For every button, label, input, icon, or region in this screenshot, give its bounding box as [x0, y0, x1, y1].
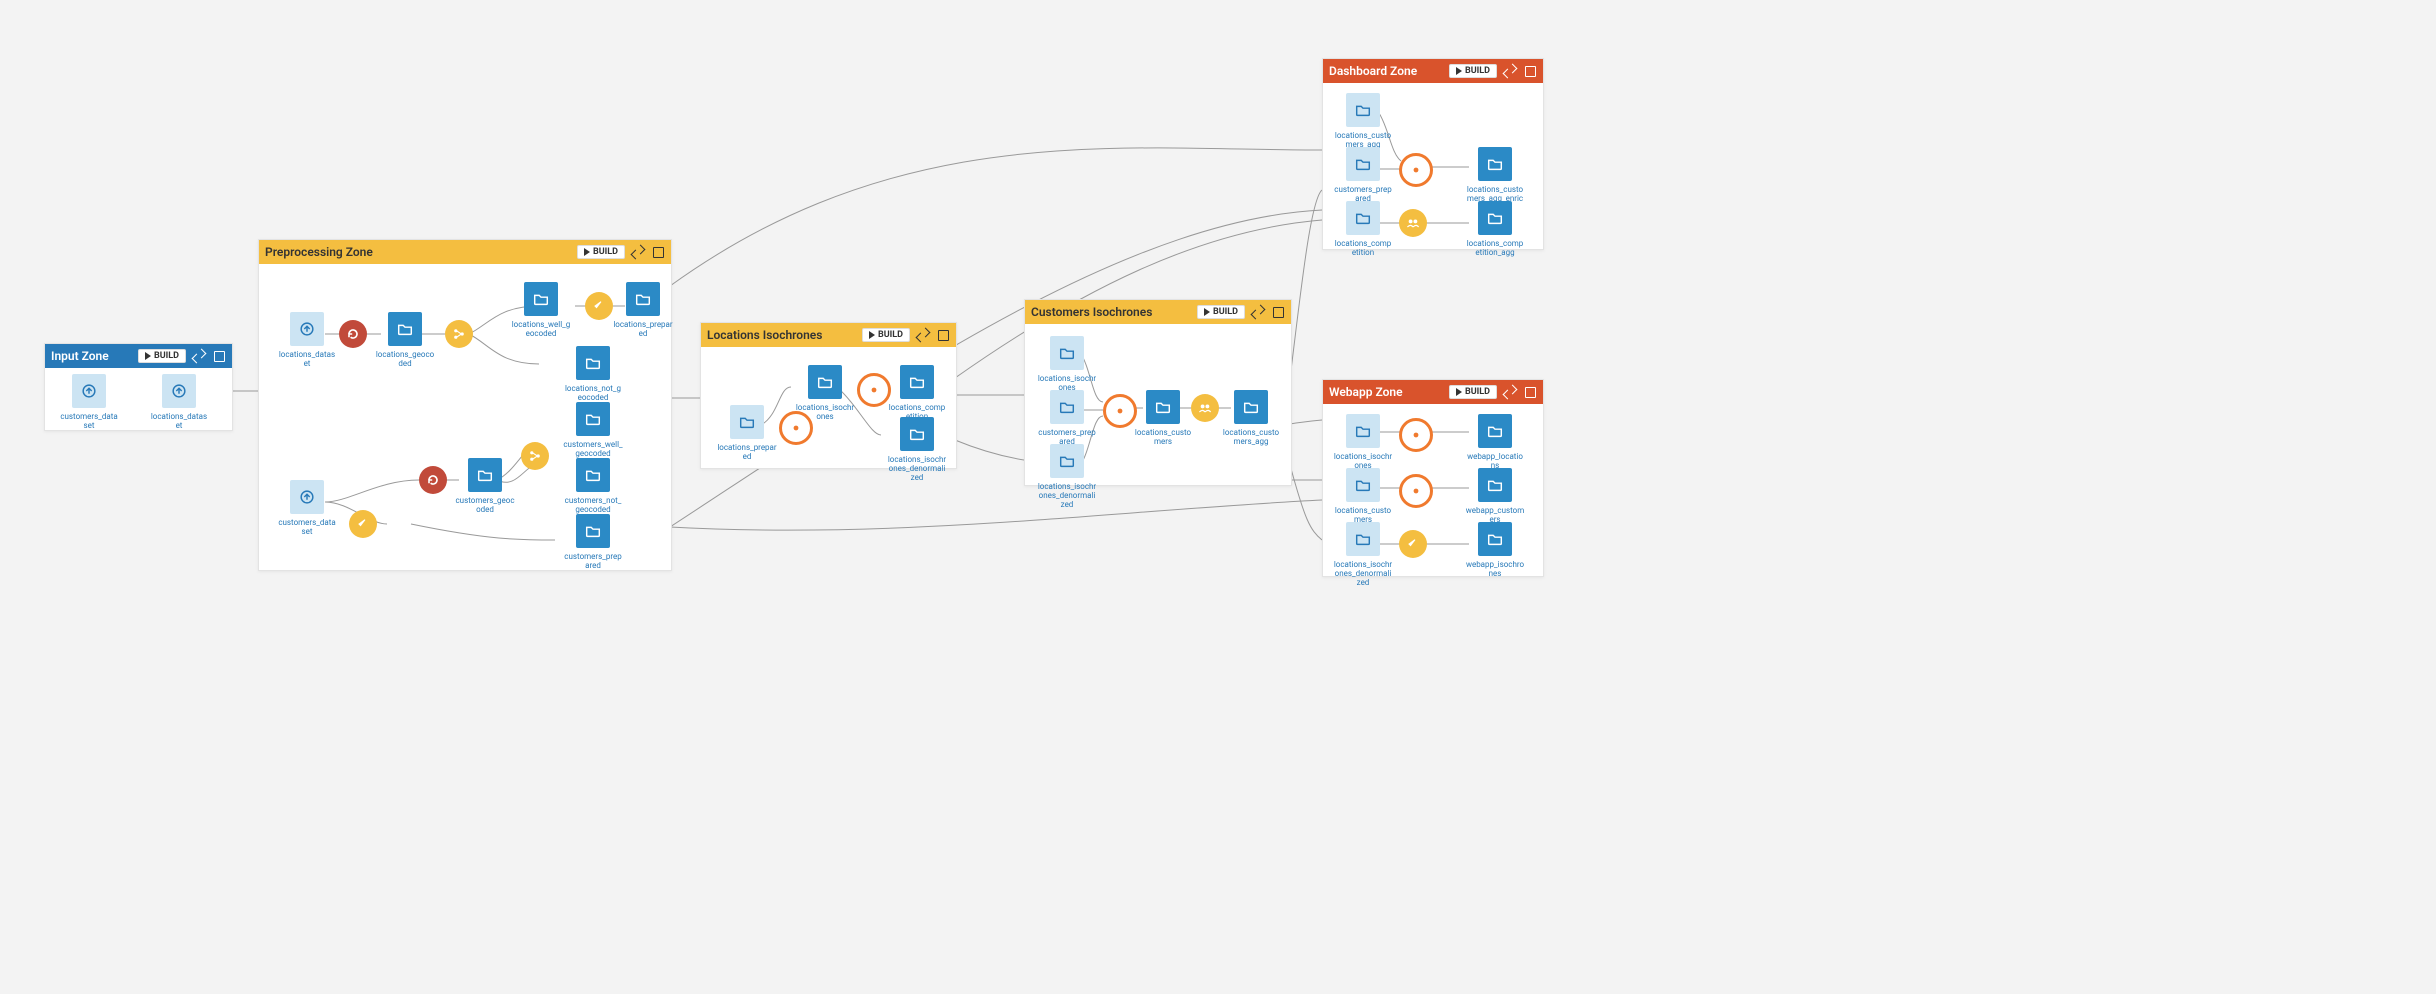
build-button[interactable]: BUILD	[1449, 385, 1497, 399]
dataset-customers[interactable]: customers_dataset	[59, 374, 119, 430]
zone-webapp[interactable]: Webapp Zone BUILD locations_isochrones w…	[1322, 379, 1544, 577]
dataset-locations-isochrones-denormalized[interactable]: locations_isochrones_denormalized	[1333, 522, 1393, 588]
dataset-locations-competition[interactable]: locations_competition	[887, 365, 947, 421]
dataset-customers-well-geocoded[interactable]: customers_well_geocoded	[563, 402, 623, 458]
zone-customers-isochrones[interactable]: Customers Isochrones BUILD locations_iso…	[1024, 299, 1292, 486]
recipe-sync-icon[interactable]	[339, 320, 367, 348]
dataset-locations-well-geocoded[interactable]: locations_well_geocoded	[511, 282, 571, 338]
window-icon[interactable]	[1271, 305, 1285, 319]
dataset-customers-not-geocoded[interactable]: customers_not_geocoded	[563, 458, 623, 514]
dataset-locations-competition-agg[interactable]: locations_competition_agg	[1465, 201, 1525, 257]
dataset-locations-isochrones-denormalized[interactable]: locations_isochrones_denormalized	[1037, 444, 1097, 510]
zone-dashboard[interactable]: Dashboard Zone BUILD locations_customers…	[1322, 58, 1544, 250]
zone-title: Customers Isochrones	[1031, 305, 1152, 319]
build-button[interactable]: BUILD	[1449, 64, 1497, 78]
zone-title: Input Zone	[51, 349, 109, 363]
window-icon[interactable]	[1523, 385, 1537, 399]
dataset-locations-isochrones[interactable]: locations_isochrones	[1333, 414, 1393, 470]
dataset-customers-prepared[interactable]: customers_prepared	[1037, 390, 1097, 446]
dataset-webapp-customers[interactable]: webapp_customers	[1465, 468, 1525, 524]
expand-icon[interactable]	[1251, 305, 1265, 319]
dataset-locations[interactable]: locations_dataset	[149, 374, 209, 430]
dataset-locations-customers-agg[interactable]: locations_customers_agg	[1333, 93, 1393, 149]
play-icon	[584, 248, 590, 256]
dataset-customers-geocoded[interactable]: customers_geocoded	[455, 458, 515, 514]
recipe-plugin-icon[interactable]	[857, 373, 891, 407]
zone-header: Dashboard Zone BUILD	[1323, 59, 1543, 83]
recipe-plugin-icon[interactable]	[1399, 153, 1433, 187]
dataset-locations-isochrones[interactable]: locations_isochrones	[1037, 336, 1097, 392]
expand-icon[interactable]	[1503, 385, 1517, 399]
window-icon[interactable]	[651, 245, 665, 259]
dataset-locations-customers[interactable]: locations_customers	[1133, 390, 1193, 446]
dataset-customers-input[interactable]: customers_dataset	[277, 480, 337, 536]
play-icon	[869, 331, 875, 339]
recipe-prepare-icon[interactable]	[1399, 530, 1427, 558]
play-icon	[145, 352, 151, 360]
dataset-locations-isochrones-denormalized[interactable]: locations_isochrones_denormalized	[887, 417, 947, 483]
expand-icon[interactable]	[916, 328, 930, 342]
recipe-prepare-icon[interactable]	[349, 510, 377, 538]
dataset-locations-customers-agg[interactable]: locations_customers_agg	[1221, 390, 1281, 446]
window-icon[interactable]	[936, 328, 950, 342]
dataset-locations-prepared[interactable]: locations_prepared	[717, 405, 777, 461]
play-icon	[1456, 67, 1462, 75]
dataset-customers-prepared[interactable]: customers_prepared	[563, 514, 623, 570]
dataset-locations-isochrones[interactable]: locations_isochrones	[795, 365, 855, 421]
recipe-group-icon[interactable]	[1191, 394, 1219, 422]
recipe-plugin-icon[interactable]	[1399, 474, 1433, 508]
zone-header: Webapp Zone BUILD	[1323, 380, 1543, 404]
expand-icon[interactable]	[631, 245, 645, 259]
recipe-plugin-icon[interactable]	[1103, 394, 1137, 428]
dataset-webapp-isochrones[interactable]: webapp_isochrones	[1465, 522, 1525, 578]
zone-header: Preprocessing Zone BUILD	[259, 240, 671, 264]
recipe-sync-icon[interactable]	[419, 466, 447, 494]
build-button[interactable]: BUILD	[862, 328, 910, 342]
build-button[interactable]: BUILD	[577, 245, 625, 259]
zone-title: Preprocessing Zone	[265, 245, 373, 259]
recipe-group-icon[interactable]	[1399, 209, 1427, 237]
recipe-split-icon[interactable]	[445, 320, 473, 348]
recipe-prepare-icon[interactable]	[585, 292, 613, 320]
dataset-locations-competition[interactable]: locations_competition	[1333, 201, 1393, 257]
window-icon[interactable]	[212, 349, 226, 363]
dataset-locations-input[interactable]: locations_dataset	[277, 312, 337, 368]
zone-locations-isochrones[interactable]: Locations Isochrones BUILD locations_pre…	[700, 322, 957, 469]
zone-header: Input Zone BUILD	[45, 344, 232, 368]
play-icon	[1204, 308, 1210, 316]
build-button[interactable]: BUILD	[138, 349, 186, 363]
window-icon[interactable]	[1523, 64, 1537, 78]
build-button[interactable]: BUILD	[1197, 305, 1245, 319]
dataset-customers-prepared[interactable]: customers_prepared	[1333, 147, 1393, 203]
zone-title: Locations Isochrones	[707, 328, 822, 342]
zone-preprocessing[interactable]: Preprocessing Zone BUILD locations_datas…	[258, 239, 672, 571]
dataset-locations-not-geocoded[interactable]: locations_not_geocoded	[563, 346, 623, 402]
zone-title: Dashboard Zone	[1329, 64, 1417, 78]
play-icon	[1456, 388, 1462, 396]
dataset-locations-prepared[interactable]: locations_prepared	[613, 282, 673, 338]
zone-input[interactable]: Input Zone BUILD customers_dataset locat…	[44, 343, 233, 431]
zone-title: Webapp Zone	[1329, 385, 1403, 399]
zone-header: Customers Isochrones BUILD	[1025, 300, 1291, 324]
dataset-locations-geocoded[interactable]: locations_geocoded	[375, 312, 435, 368]
zone-header: Locations Isochrones BUILD	[701, 323, 956, 347]
recipe-split-icon[interactable]	[521, 442, 549, 470]
expand-icon[interactable]	[192, 349, 206, 363]
dataset-webapp-locations[interactable]: webapp_locations	[1465, 414, 1525, 470]
dataset-locations-customers[interactable]: locations_customers	[1333, 468, 1393, 524]
expand-icon[interactable]	[1503, 64, 1517, 78]
recipe-plugin-icon[interactable]	[1399, 418, 1433, 452]
